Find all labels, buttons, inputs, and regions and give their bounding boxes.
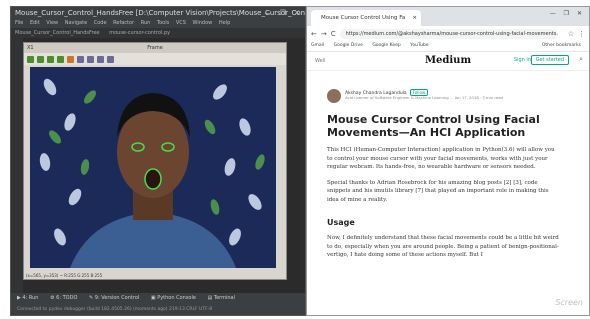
browser-tab-strip: Mouse Cursor Control Using Fa × — ❐ ✕ [307,7,589,26]
browser-window: Mouse Cursor Control Using Fa × — ❐ ✕ ← … [306,6,590,316]
menu-code[interactable]: Code [94,20,107,26]
article-paragraph-3: Now, I definitely understand that these … [327,235,559,258]
menu-edit[interactable]: Edit [30,20,40,26]
back-arrow-icon[interactable]: ← [311,30,317,38]
browser-tab-title: Mouse Cursor Control Using Fa [321,15,406,21]
ide-tool-tabs: ▶ 4: Run ⚙ 6: TODO ✎ 9: Version Control … [11,293,305,304]
frame-toolbar [24,53,286,65]
ide-editor-area: X1 Frame (x=565, y=353) ~ R:255 G:255 B:… [11,38,305,293]
screen: Mouse_Cursor_Control_HandsFree [D:\Compu… [0,0,590,319]
webcam-video-feed [30,67,276,268]
frame-title-bar: X1 Frame [24,43,286,53]
tool-tab-terminal[interactable]: ▤ Terminal [208,295,235,301]
pan-right-icon[interactable] [37,55,44,63]
menu-tools[interactable]: Tools [157,20,169,26]
forward-arrow-icon[interactable]: → [321,30,327,38]
pan-down-icon[interactable] [57,55,64,63]
save-icon[interactable] [77,55,84,63]
tool-tab-run[interactable]: ▶ 4: Run [17,295,38,301]
pan-left-icon[interactable] [27,55,34,63]
menu-vcs[interactable]: VCS [176,20,186,26]
article-paragraph-2: Special thanks to Adrian Rosebrock for h… [327,179,549,203]
tool-tab-vcs[interactable]: ✎ 9: Version Control [89,295,139,301]
author-block: Akshay Chandra Lagandula Follow Avid Lear… [327,87,567,109]
bookmark-youtube[interactable]: YouTube [410,43,428,48]
zoom-in-icon[interactable] [67,55,74,63]
medium-header: Well Medium Sign in Get started ⌕ [307,52,589,71]
ide-status-bar: Connected to pydev debugger (build 182.4… [11,304,305,315]
article-paragraph-1: This HCI (Human-Computer Interaction) ap… [327,147,555,170]
pan-up-icon[interactable] [47,55,54,63]
menu-help[interactable]: Help [219,20,230,26]
get-started-button[interactable]: Get started [530,55,569,65]
bookmark-gmail[interactable]: Gmail [311,43,324,48]
usage-heading: Usage [327,218,355,227]
watermark: Screen [555,298,583,307]
menu-file[interactable]: File [15,20,23,26]
author-subtitle: Avid Learner of Software Engineer & Mach… [345,95,503,100]
ide-gutter [11,38,23,293]
properties-icon[interactable] [107,55,114,63]
search-icon[interactable]: ⌕ [579,55,583,64]
avatar[interactable] [327,89,341,103]
ide-window: Mouse_Cursor_Control_HandsFree [D:\Compu… [10,6,306,316]
bookmark-star-icon[interactable]: ☆ [568,30,574,38]
ide-editor-tabs: Mouse_Cursor_Control_HandsFree mouse-cur… [11,28,305,38]
tool-tab-python-console[interactable]: ▣ Python Console [151,295,196,301]
menu-refactor[interactable]: Refactor [113,20,134,26]
article-body: Akshay Chandra Lagandula Follow Avid Lear… [327,87,567,260]
ide-title: Mouse_Cursor_Control_HandsFree [D:\Compu… [15,9,305,17]
magnify-icon[interactable] [97,55,104,63]
menu-run[interactable]: Run [141,20,151,26]
browser-menu-icon[interactable]: ⋮ [578,30,585,38]
browser-toolbar: ← → C https://medium.com/@akshaysharma/m… [307,26,589,41]
bookmark-other[interactable]: Other bookmarks [542,41,581,51]
article-title: Mouse Cursor Control Using Facial Moveme… [327,113,540,139]
browser-window-controls[interactable]: — ❐ ✕ [550,10,585,17]
zoom-out-icon[interactable] [87,55,94,63]
frame-title: Frame [147,45,163,51]
webcam-face-image [30,67,276,268]
menu-navigate[interactable]: Navigate [65,20,87,26]
address-bar[interactable]: https://medium.com/@akshaysharma/mouse-c… [339,28,558,39]
ide-tab-file[interactable]: mouse-cursor-control.py [109,30,170,36]
bookmarks-bar: Gmail Google Drive Google Keep YouTube O… [307,41,589,52]
ide-title-bar: Mouse_Cursor_Control_HandsFree [D:\Compu… [11,7,305,19]
menu-window[interactable]: Window [193,20,213,26]
tool-tab-todo[interactable]: ⚙ 6: TODO [50,295,77,301]
menu-view[interactable]: View [46,20,58,26]
bookmark-drive[interactable]: Google Drive [334,43,363,48]
ide-tab-project[interactable]: Mouse_Cursor_Control_HandsFree [15,30,100,36]
browser-tab-active[interactable]: Mouse Cursor Control Using Fa × [311,10,421,26]
opencv-frame-window: X1 Frame (x=565, y=353) ~ R:255 G:255 B:… [23,42,287,280]
bookmark-keep[interactable]: Google Keep [372,43,400,48]
reload-icon[interactable]: C [331,30,336,38]
ide-menu-bar: File Edit View Navigate Code Refactor Ru… [11,19,305,28]
tab-close-icon[interactable]: × [412,10,417,26]
frame-status-text: (x=565, y=353) ~ R:255 G:255 B:255 [26,273,103,278]
sign-in-link[interactable]: Sign in [514,57,531,63]
ide-window-controls[interactable]: — ❐ ✕ [264,7,303,19]
